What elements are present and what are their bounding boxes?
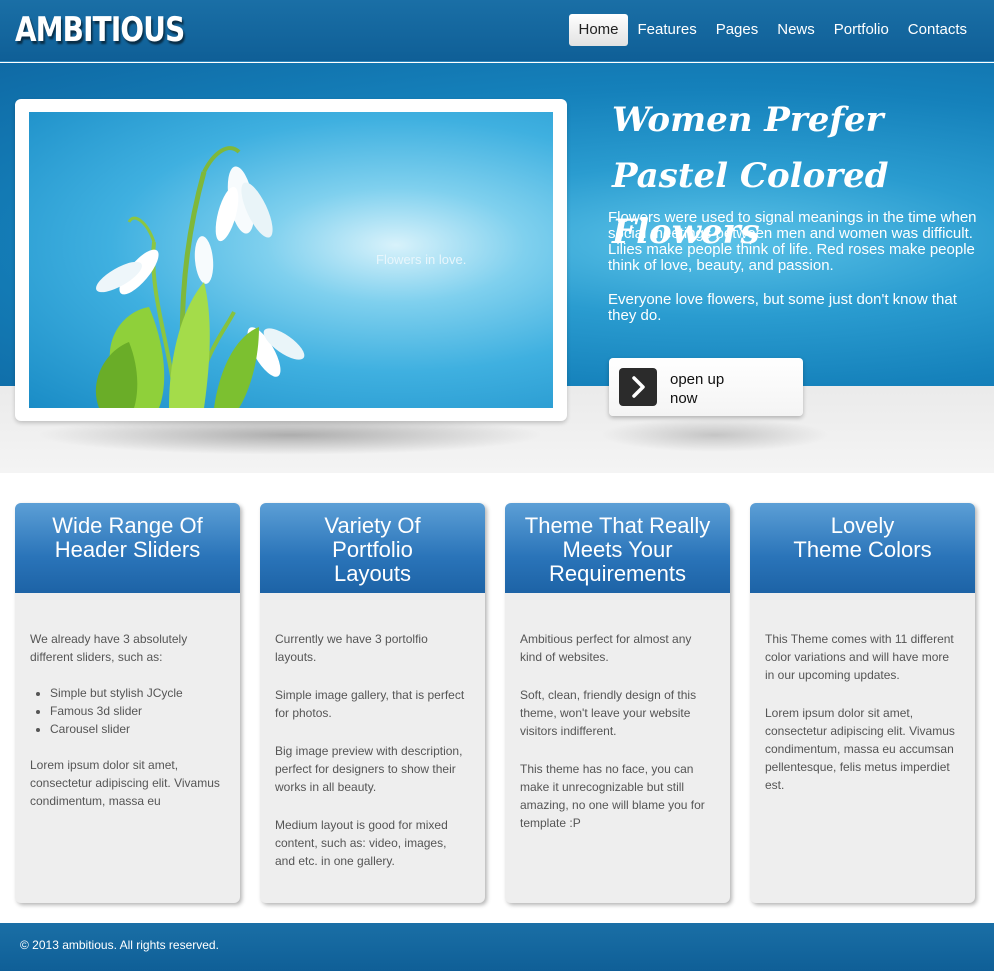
feature-paragraph: Currently we have 3 portolfio layouts.	[275, 632, 428, 664]
copyright-text: © 2013 ambitious. All rights reserved.	[20, 938, 219, 952]
feature-outro: Lorem ipsum dolor sit amet, consectetur …	[30, 758, 220, 808]
feature-paragraph: Simple image gallery, that is perfect fo…	[275, 688, 465, 720]
feature-box-header-sliders: Wide Range Of Header Sliders We already …	[15, 503, 240, 903]
feature-box-title: Wide Range Of Header Sliders	[15, 503, 240, 593]
feature-box-title: Lovely Theme Colors	[750, 503, 975, 593]
feature-box-body: This Theme comes with 11 different color…	[750, 593, 975, 794]
snowdrop-flowers-illustration	[95, 146, 305, 408]
image-caption: Flowers in love.	[376, 252, 467, 267]
feature-box-title: Theme That Really Meets Your Requirement…	[505, 503, 730, 593]
nav-item-features[interactable]: Features	[629, 14, 706, 46]
feature-paragraph: This Theme comes with 11 different color…	[765, 632, 954, 682]
feature-box-body: Ambitious perfect for almost any kind of…	[505, 593, 730, 832]
feature-paragraph: Big image preview with description, perf…	[275, 744, 463, 794]
list-item: Carousel slider	[50, 720, 224, 738]
hero-text: Flowers were used to signal meanings in …	[608, 210, 978, 342]
list-item: Simple but stylish JCycle	[50, 684, 224, 702]
hero-paragraph-1: Flowers were used to signal meanings in …	[608, 209, 977, 274]
feature-box-theme-colors: Lovely Theme Colors This Theme comes wit…	[750, 503, 975, 903]
hero-paragraph-2: Everyone love flowers, but some just don…	[608, 291, 957, 324]
feature-intro: We already have 3 absolutely different s…	[30, 632, 188, 664]
nav-item-contacts[interactable]: Contacts	[899, 14, 976, 46]
feature-box-body: We already have 3 absolutely different s…	[15, 593, 240, 810]
hero-title-line1: Women Prefer	[612, 100, 884, 140]
main-nav: Home Features Pages News Portfolio Conta…	[568, 14, 976, 46]
feature-paragraph: Soft, clean, friendly design of this the…	[520, 688, 697, 738]
feature-box-body: Currently we have 3 portolfio layouts. S…	[260, 593, 485, 870]
feature-box-title: Variety Of Portfolio Layouts	[260, 503, 485, 593]
header: AMBITIOUS Home Features Pages News Portf…	[0, 0, 994, 62]
feature-paragraph: Ambitious perfect for almost any kind of…	[520, 632, 692, 664]
feature-paragraph: This theme has no face, you can make it …	[520, 762, 705, 830]
hero-image-shadow	[35, 415, 545, 455]
button-shadow	[600, 418, 830, 452]
feature-box-requirements: Theme That Really Meets Your Requirement…	[505, 503, 730, 903]
open-up-now-label: open up now	[670, 371, 725, 407]
hero-section: Flowers in love. Women Prefer Pastel Col…	[0, 63, 994, 473]
nav-item-home[interactable]: Home	[569, 14, 628, 46]
feature-box-portfolio-layouts: Variety Of Portfolio Layouts Currently w…	[260, 503, 485, 903]
open-up-now-button[interactable]: open up now	[609, 358, 803, 416]
site-logo[interactable]: AMBITIOUS	[15, 10, 185, 50]
slider-list: Simple but stylish JCycle Famous 3d slid…	[50, 684, 224, 738]
feature-paragraph: Medium layout is good for mixed content,…	[275, 818, 448, 868]
footer: © 2013 ambitious. All rights reserved.	[0, 923, 994, 971]
feature-paragraph: Lorem ipsum dolor sit amet, consectetur …	[765, 706, 955, 792]
nav-item-portfolio[interactable]: Portfolio	[825, 14, 898, 46]
nav-item-news[interactable]: News	[768, 14, 824, 46]
hero-image: Flowers in love.	[29, 112, 553, 408]
chevron-right-icon	[619, 368, 657, 406]
list-item: Famous 3d slider	[50, 702, 224, 720]
hero-image-frame: Flowers in love.	[15, 99, 567, 421]
nav-item-pages[interactable]: Pages	[707, 14, 768, 46]
